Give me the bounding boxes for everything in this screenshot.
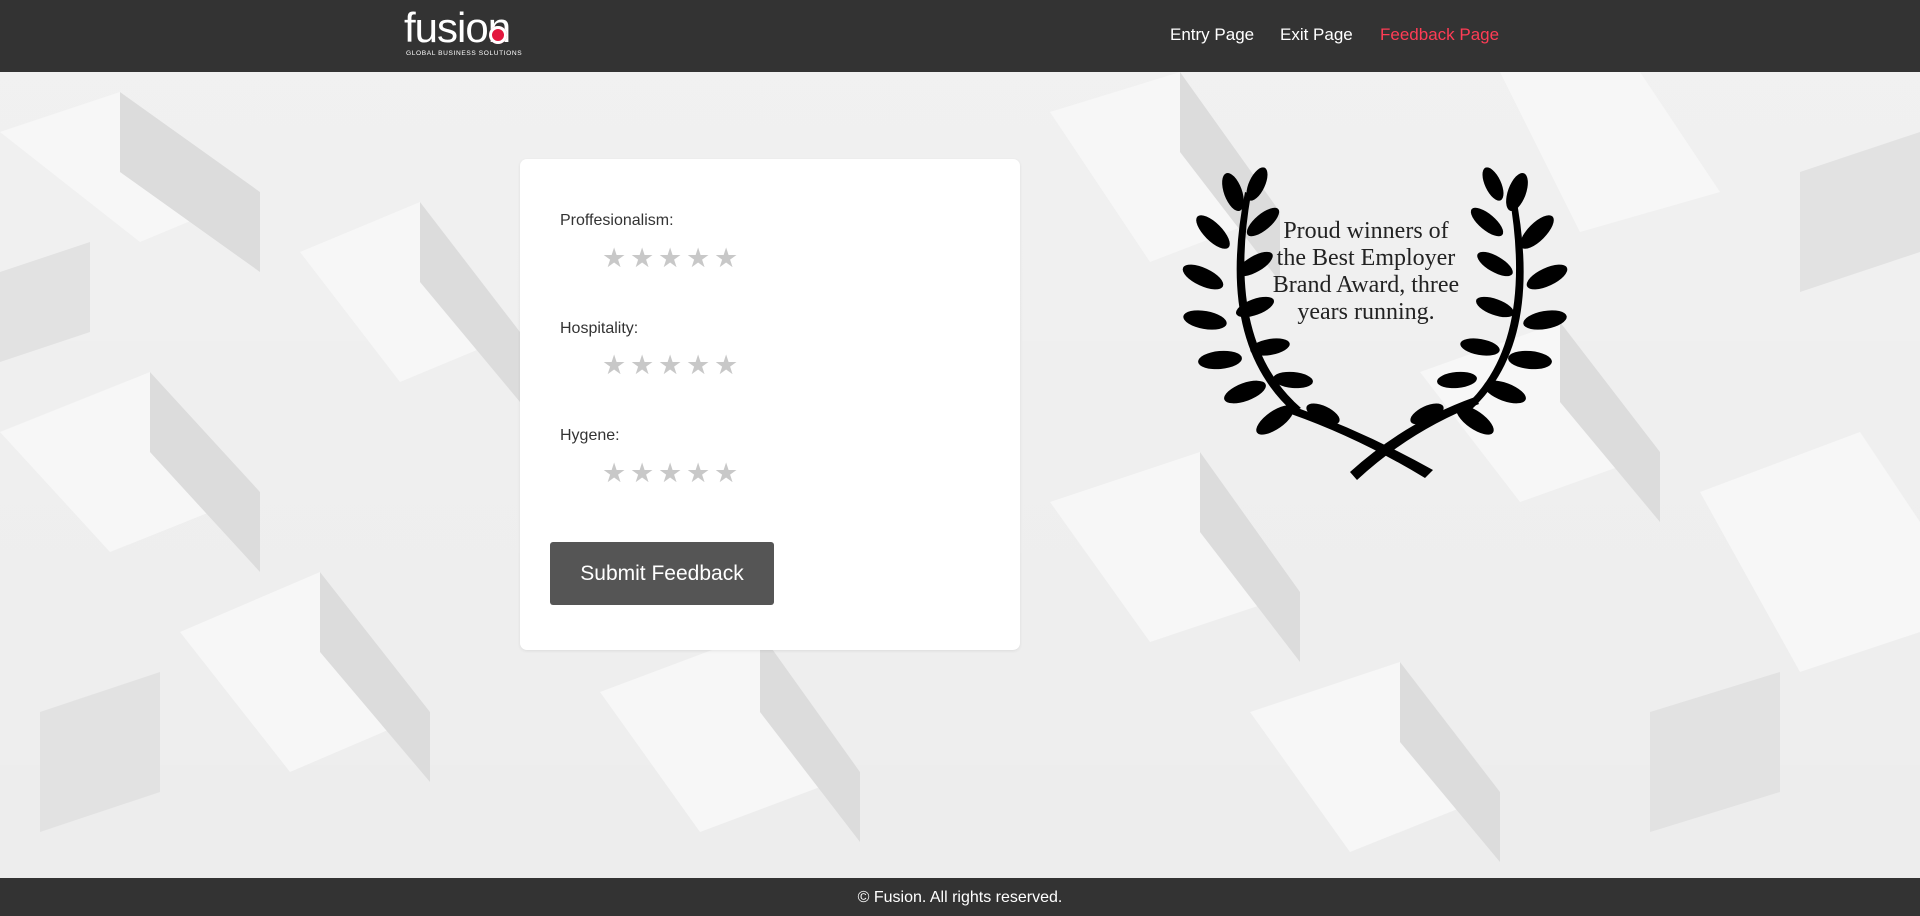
footer: © Fusion. All rights reserved. <box>0 878 1920 916</box>
star-icon[interactable]: ★ <box>602 460 626 487</box>
star-icon[interactable]: ★ <box>658 245 682 272</box>
professionalism-rating: ★ ★ ★ ★ ★ <box>602 245 738 272</box>
star-icon[interactable]: ★ <box>686 352 710 379</box>
award-text: Proud winners of the Best Employer Brand… <box>1272 218 1460 325</box>
submit-feedback-button[interactable]: Submit Feedback <box>550 542 774 605</box>
award-badge: Proud winners of the Best Employer Brand… <box>1175 152 1575 482</box>
fusion-logo[interactable]: fusion GLOBAL BUSINESS SOLUTIONS <box>404 4 534 60</box>
nav-entry-page[interactable]: Entry Page <box>1170 25 1254 45</box>
hygiene-label: Hygene: <box>560 427 620 444</box>
logo-tagline: GLOBAL BUSINESS SOLUTIONS <box>406 50 523 57</box>
star-icon[interactable]: ★ <box>658 352 682 379</box>
hygiene-rating: ★ ★ ★ ★ ★ <box>602 460 738 487</box>
star-icon[interactable]: ★ <box>714 352 738 379</box>
professionalism-label: Proffesionalism: <box>560 212 674 229</box>
star-icon[interactable]: ★ <box>714 460 738 487</box>
star-icon[interactable]: ★ <box>602 352 626 379</box>
nav-exit-page[interactable]: Exit Page <box>1280 25 1353 45</box>
star-icon[interactable]: ★ <box>630 245 654 272</box>
hospitality-rating: ★ ★ ★ ★ ★ <box>602 352 738 379</box>
top-navbar: fusion GLOBAL BUSINESS SOLUTIONS Entry P… <box>0 0 1920 72</box>
star-icon[interactable]: ★ <box>630 352 654 379</box>
star-icon[interactable]: ★ <box>686 245 710 272</box>
star-icon[interactable]: ★ <box>602 245 626 272</box>
star-icon[interactable]: ★ <box>630 460 654 487</box>
logo-dot-icon <box>489 26 507 44</box>
feedback-card: Proffesionalism: ★ ★ ★ ★ ★ Hospitality: … <box>520 159 1020 650</box>
nav-feedback-page[interactable]: Feedback Page <box>1380 25 1499 45</box>
copyright-text: © Fusion. All rights reserved. <box>857 889 1063 906</box>
star-icon[interactable]: ★ <box>658 460 682 487</box>
star-icon[interactable]: ★ <box>686 460 710 487</box>
hospitality-label: Hospitality: <box>560 320 639 337</box>
star-icon[interactable]: ★ <box>714 245 738 272</box>
